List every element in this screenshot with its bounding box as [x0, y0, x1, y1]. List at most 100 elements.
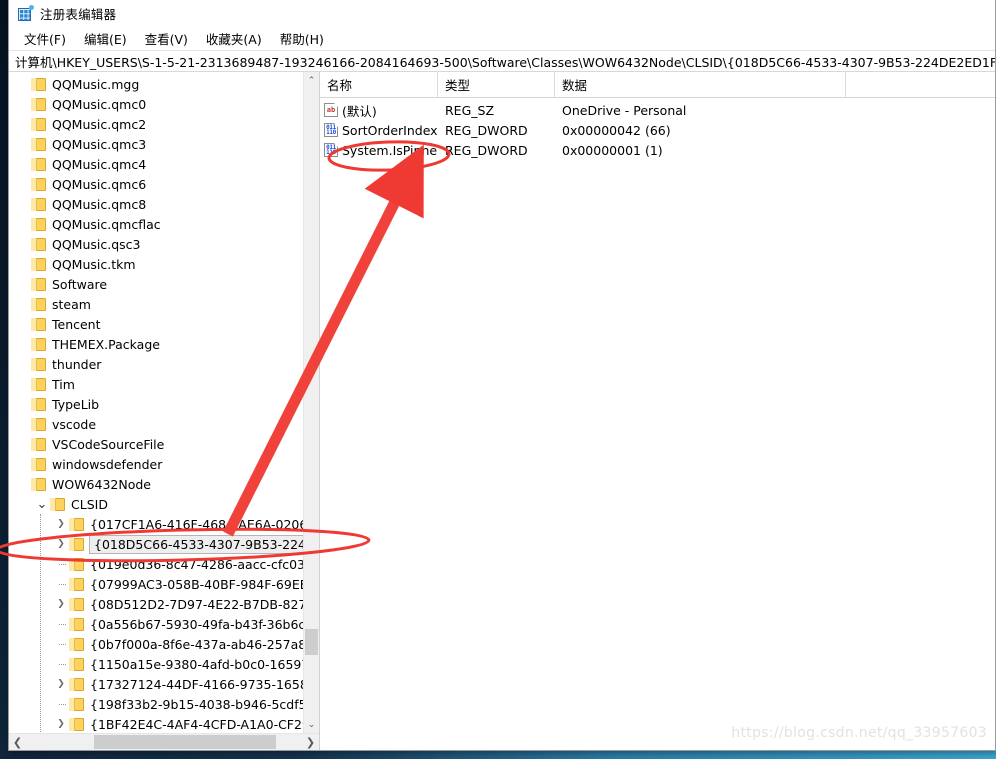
folder-icon: [69, 557, 84, 571]
folder-icon: [31, 197, 46, 211]
tree-item-label: {08D512D2-7D97-4E22-B7DB-82791106: [90, 596, 303, 612]
chevron-right-icon[interactable]: ❯: [53, 536, 69, 552]
menu-view[interactable]: 查看(V): [136, 27, 197, 50]
tree-item[interactable]: WOW6432Node: [9, 474, 303, 494]
folder-icon: [69, 637, 84, 651]
menu-file[interactable]: 文件(F): [15, 27, 75, 50]
scroll-down-icon[interactable]: ⌄: [304, 716, 319, 733]
tree-item[interactable]: {019e0d36-8c47-4286-aacc-cfc031c17d: [9, 554, 303, 574]
tree-item[interactable]: ❯ {17327124-44DF-4166-9735-16583CC4D: [9, 674, 303, 694]
tree-item-label: {1BF42E4C-4AF4-4CFD-A1A0-CF2960B8F: [90, 716, 303, 732]
folder-icon: [31, 377, 46, 391]
menu-help[interactable]: 帮助(H): [271, 27, 333, 50]
scroll-left-icon[interactable]: ❮: [9, 734, 26, 750]
folder-icon: [31, 217, 46, 231]
registry-values-pane: 名称 类型 数据 ab (默认) REG_SZ OneDrive - Personal…: [320, 71, 995, 750]
tree-vscroll-track[interactable]: [304, 89, 319, 716]
value-row[interactable]: 011 110 SortOrderIndex REG_DWORD 0x00000042 …: [320, 120, 995, 140]
folder-icon: [69, 517, 84, 531]
chevron-right-icon[interactable]: ❯: [53, 676, 69, 692]
tree-item-label: QQMusic.qsc3: [52, 236, 141, 252]
chevron-right-icon[interactable]: ❯: [53, 716, 69, 732]
tree-item-label: vscode: [52, 416, 97, 432]
address-bar[interactable]: 计算机\HKEY_USERS\S-1-5-21-2313689487-19324…: [9, 50, 995, 72]
tree-item[interactable]: thunder: [9, 354, 303, 374]
chevron-right-icon[interactable]: ❯: [53, 596, 69, 612]
tree-item[interactable]: Tim: [9, 374, 303, 394]
folder-icon: [31, 117, 46, 131]
tree-scroll-area: QQMusic.mgg QQMusic.qmc0 QQMusic.qmc2 QQMus…: [9, 72, 319, 733]
tree-item-label: {0b7f000a-8f6e-437a-ab46-257a8d2bc0: [90, 636, 303, 652]
tree-item-label: {019e0d36-8c47-4286-aacc-cfc031c17d: [90, 556, 303, 572]
tree-vscroll-thumb[interactable]: [305, 629, 318, 655]
value-row[interactable]: 011110 System.IsPinne... REG_DWORD 0x000000…: [320, 140, 995, 160]
chevron-down-icon[interactable]: ⌄: [34, 496, 50, 512]
tree-item[interactable]: THEMEX.Package: [9, 334, 303, 354]
tree-item[interactable]: {0b7f000a-8f6e-437a-ab46-257a8d2bc0: [9, 634, 303, 654]
tree-item[interactable]: ❯ {017CF1A6-416F-4684-AE6A-02064420B: [9, 514, 303, 534]
folder-icon: [31, 397, 46, 411]
tree-item[interactable]: Software: [9, 274, 303, 294]
tree-item[interactable]: QQMusic.qsc3: [9, 234, 303, 254]
tree-item[interactable]: QQMusic.qmc0: [9, 94, 303, 114]
tree-item[interactable]: QQMusic.qmc6: [9, 174, 303, 194]
tree-item[interactable]: VSCodeSourceFile: [9, 434, 303, 454]
tree-item[interactable]: ⌄ CLSID: [9, 494, 303, 514]
tree-horizontal-scrollbar[interactable]: ❮ ❯: [9, 733, 319, 750]
folder-icon: [69, 697, 84, 711]
folder-icon: [31, 457, 46, 471]
tree-item[interactable]: QQMusic.qmc8: [9, 194, 303, 214]
tree-item[interactable]: QQMusic.mgg: [9, 74, 303, 94]
tree-item[interactable]: QQMusic.qmcflac: [9, 214, 303, 234]
tree-vertical-scrollbar[interactable]: ⌃ ⌄: [303, 72, 319, 733]
tree-item[interactable]: ❯ {08D512D2-7D97-4E22-B7DB-82791106: [9, 594, 303, 614]
tree-item[interactable]: {07999AC3-058B-40BF-984F-69EB1E554: [9, 574, 303, 594]
tree-item-label: QQMusic.qmc4: [52, 156, 147, 172]
value-data-cell: 0x00000001 (1): [562, 142, 663, 158]
value-row[interactable]: ab (默认) REG_SZ OneDrive - Personal: [320, 100, 995, 120]
tree-item[interactable]: {1150a15e-9380-4afd-b0c0-16597a4ee8: [9, 654, 303, 674]
value-type-cell: REG_SZ: [445, 102, 495, 118]
tree-item[interactable]: {0a556b67-5930-49fa-b43f-36b6c32d44: [9, 614, 303, 634]
tree-connector: [53, 636, 69, 652]
tree-item[interactable]: QQMusic.qmc3: [9, 134, 303, 154]
tree-item[interactable]: TypeLib: [9, 394, 303, 414]
folder-icon: [69, 537, 84, 551]
value-name-cell: 011110 System.IsPinne...: [320, 143, 438, 158]
column-header-data[interactable]: 数据: [555, 71, 846, 98]
folder-icon: [31, 477, 46, 491]
tree-hscroll-thumb[interactable]: [94, 735, 276, 749]
tree-item[interactable]: vscode: [9, 414, 303, 434]
tree-hscroll-track[interactable]: [26, 734, 302, 750]
tree-connector: [15, 156, 31, 172]
window-title: 注册表编辑器: [40, 7, 117, 22]
chevron-right-icon[interactable]: ❯: [53, 516, 69, 532]
tree-item[interactable]: Tencent: [9, 314, 303, 334]
registry-tree[interactable]: QQMusic.mgg QQMusic.qmc0 QQMusic.qmc2 QQMus…: [9, 72, 303, 733]
registry-editor-icon: [18, 5, 34, 21]
tree-item[interactable]: {198f33b2-9b15-4038-b946-5cdf57ba24: [9, 694, 303, 714]
scroll-right-icon[interactable]: ❯: [302, 734, 319, 750]
menu-edit[interactable]: 编辑(E): [75, 27, 136, 50]
menu-favorites[interactable]: 收藏夹(A): [197, 27, 271, 50]
tree-item[interactable]: QQMusic.qmc2: [9, 114, 303, 134]
tree-connector: [15, 396, 31, 412]
registry-values-list[interactable]: ab (默认) REG_SZ OneDrive - Personal 011 110 Sor…: [320, 98, 995, 750]
value-name-text: SortOrderIndex: [342, 122, 438, 138]
column-header-type[interactable]: 类型: [438, 71, 555, 98]
tree-item-label: Tim: [52, 376, 75, 392]
column-header-name[interactable]: 名称: [320, 71, 438, 98]
tree-item[interactable]: ❯ {1BF42E4C-4AF4-4CFD-A1A0-CF2960B8F: [9, 714, 303, 733]
tree-item-label: QQMusic.tkm: [52, 256, 136, 272]
scroll-up-icon[interactable]: ⌃: [304, 72, 319, 89]
tree-connector: [15, 236, 31, 252]
tree-item[interactable]: QQMusic.tkm: [9, 254, 303, 274]
folder-icon: [69, 677, 84, 691]
tree-item[interactable]: windowsdefender: [9, 454, 303, 474]
tree-item[interactable]: QQMusic.qmc4: [9, 154, 303, 174]
value-type-cell: REG_DWORD: [445, 122, 528, 138]
tree-item[interactable]: ❯ {018D5C66-4533-4307-9B53-224DE2ED1FE6}: [9, 534, 303, 554]
folder-icon: [31, 337, 46, 351]
reg-dword-icon: 011 110: [324, 143, 338, 157]
tree-item[interactable]: steam: [9, 294, 303, 314]
